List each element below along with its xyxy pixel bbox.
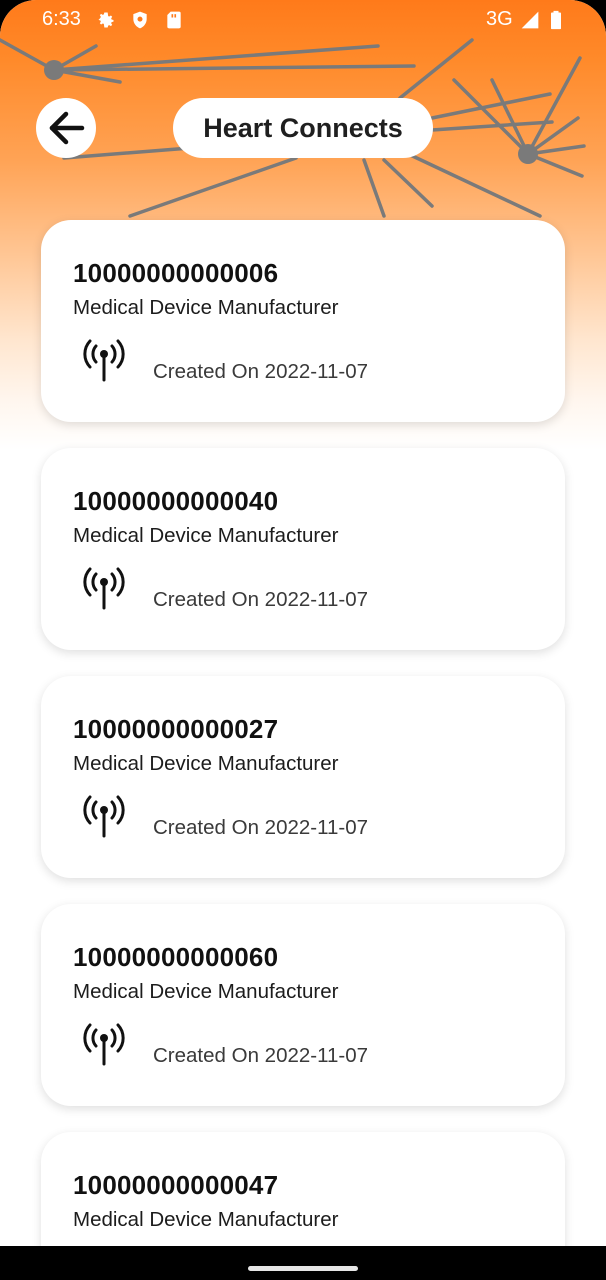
device-card[interactable]: 10000000000006 Medical Device Manufactur… — [41, 220, 565, 422]
device-id: 10000000000047 — [73, 1170, 279, 1200]
device-card[interactable]: 10000000000060 Medical Device Manufactur… — [41, 904, 565, 1106]
antenna-icon — [83, 339, 125, 382]
device-id: 10000000000060 — [73, 942, 279, 972]
home-indicator[interactable] — [248, 1266, 358, 1271]
device-type: Medical Device Manufacturer — [73, 980, 339, 1003]
created-date: Created On 2022-11-07 — [153, 1044, 369, 1067]
page-title: Heart Connects — [203, 112, 403, 143]
app-screen: 6:33 3G 10000000000006 Medical Device Ma… — [0, 0, 606, 1280]
device-card[interactable]: 10000000000027 Medical Device Manufactur… — [41, 676, 565, 878]
device-type: Medical Device Manufacturer — [73, 752, 339, 775]
back-button[interactable] — [36, 98, 96, 158]
antenna-icon — [83, 1023, 125, 1066]
created-date: Created On 2022-11-07 — [153, 588, 369, 611]
navigation-bar — [0, 1246, 606, 1280]
title-pill: Heart Connects — [173, 98, 433, 158]
device-id: 10000000000027 — [73, 714, 279, 744]
antenna-icon — [83, 567, 125, 610]
antenna-icon — [83, 795, 125, 838]
device-id: 10000000000006 — [73, 258, 279, 288]
created-date: Created On 2022-11-07 — [153, 816, 369, 839]
device-card[interactable]: 10000000000040 Medical Device Manufactur… — [41, 448, 565, 650]
device-type: Medical Device Manufacturer — [73, 296, 339, 319]
device-card[interactable]: 10000000000047 Medical Device Manufactur… — [41, 1132, 565, 1246]
arrow-left-icon — [49, 111, 85, 145]
device-id: 10000000000040 — [73, 486, 279, 516]
created-date: Created On 2022-11-07 — [153, 360, 369, 383]
device-type: Medical Device Manufacturer — [73, 1208, 339, 1231]
device-type: Medical Device Manufacturer — [73, 524, 339, 547]
device-list[interactable]: 10000000000006 Medical Device Manufactur… — [0, 0, 606, 1246]
